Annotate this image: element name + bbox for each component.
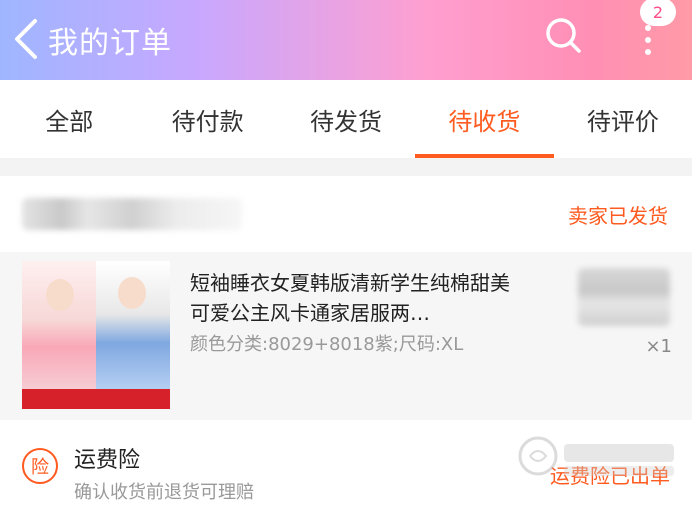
shop-header[interactable]: 卖家已发货 (0, 176, 692, 252)
order-status: 卖家已发货 (568, 204, 668, 228)
shop-name-redacted (22, 198, 242, 230)
tab-all[interactable]: 全部 (0, 80, 138, 158)
insurance-title: 运费险 (74, 448, 141, 473)
insurance-icon: 险 (22, 448, 58, 484)
product-image-banner (22, 389, 170, 409)
page-title: 我的订单 (48, 26, 172, 61)
product-spec: 颜色分类:8029+8018紫;尺码:XL (190, 334, 464, 355)
notification-badge: 2 (640, 0, 676, 26)
search-button[interactable] (542, 14, 584, 56)
tab-pending-shipment[interactable]: 待发货 (277, 80, 415, 158)
insurance-desc: 确认收货前退货可理赔 (74, 482, 254, 503)
product-thumbnail[interactable] (22, 261, 170, 409)
product-image-face-right (118, 277, 146, 309)
product-quantity: ×1 (645, 336, 672, 357)
tab-pending-receipt[interactable]: 待收货 (415, 80, 555, 158)
chevron-left-icon (15, 19, 37, 59)
product-title: 短袖睡衣女夏韩版清新学生纯棉甜美可爱公主风卡通家居服两… (190, 271, 510, 325)
order-item[interactable]: 短袖睡衣女夏韩版清新学生纯棉甜美可爱公主风卡通家居服两… 颜色分类:8029+8… (0, 252, 692, 420)
tab-pending-review[interactable]: 待评价 (554, 80, 692, 158)
tab-pending-payment[interactable]: 待付款 (138, 80, 276, 158)
back-button[interactable] (12, 14, 40, 64)
price-redacted (578, 268, 670, 326)
search-icon (546, 18, 581, 53)
watermark-logo (518, 436, 674, 476)
order-tabs: 全部 待付款 待发货 待收货 待评价 (0, 80, 692, 158)
app-header: 我的订单 2 (0, 0, 692, 80)
product-image-face-left (46, 279, 74, 311)
